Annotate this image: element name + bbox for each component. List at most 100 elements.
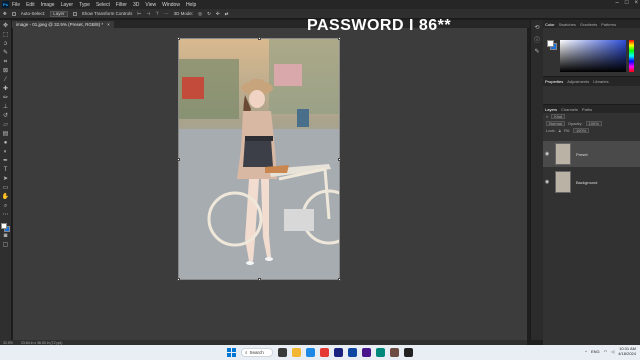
history-brush-tool-icon[interactable]: ↺ bbox=[2, 113, 10, 120]
dodge-tool-icon[interactable]: ◐ bbox=[2, 149, 10, 156]
transform-handle-l[interactable] bbox=[177, 158, 180, 161]
lock-icon[interactable]: 🔒︎ bbox=[559, 128, 561, 133]
premiere-icon[interactable] bbox=[362, 348, 371, 357]
quick-mask-icon[interactable]: ◙ bbox=[2, 233, 10, 240]
brush-tool-icon[interactable]: ✏ bbox=[2, 95, 10, 102]
frame-tool-icon[interactable]: ⊠ bbox=[2, 68, 10, 75]
rectangle-tool-icon[interactable]: ▭ bbox=[2, 185, 10, 192]
transform-handle-r[interactable] bbox=[338, 158, 341, 161]
menu-layer[interactable]: Layer bbox=[61, 2, 74, 8]
gradient-tool-icon[interactable]: ▤ bbox=[2, 131, 10, 138]
menu-help[interactable]: Help bbox=[186, 2, 196, 8]
close-icon[interactable]: × bbox=[634, 0, 638, 6]
tab-channels[interactable]: Channels bbox=[561, 107, 578, 112]
chevron-up-icon[interactable]: ^ bbox=[585, 349, 587, 354]
lasso-tool-icon[interactable]: ↄ bbox=[2, 41, 10, 48]
start-button[interactable] bbox=[227, 348, 236, 357]
file-explorer-icon[interactable] bbox=[292, 348, 301, 357]
app-icon[interactable] bbox=[390, 348, 399, 357]
distribute-icon[interactable]: ⋯ bbox=[164, 11, 169, 17]
marquee-tool-icon[interactable]: ⬚ bbox=[2, 32, 10, 39]
transform-handle-tl[interactable] bbox=[177, 37, 180, 40]
type-tool-icon[interactable]: T bbox=[2, 167, 10, 174]
visibility-eye-icon[interactable]: ◉ bbox=[543, 151, 551, 157]
app-icon[interactable] bbox=[404, 348, 413, 357]
tab-patterns[interactable]: Patterns bbox=[601, 22, 616, 27]
fill-field[interactable]: 100% bbox=[572, 128, 590, 133]
slide-icon[interactable]: ⇄ bbox=[225, 11, 229, 17]
more-tools-icon[interactable]: ⋯ bbox=[2, 212, 10, 219]
transform-handle-b[interactable] bbox=[258, 278, 261, 281]
color-picker-field[interactable] bbox=[560, 40, 626, 72]
task-view-icon[interactable] bbox=[278, 348, 287, 357]
transform-handle-br[interactable] bbox=[338, 278, 341, 281]
move-tool-icon[interactable]: ✥ bbox=[2, 23, 10, 30]
menu-image[interactable]: Image bbox=[41, 2, 55, 8]
layer-row-preset[interactable]: ◉ Preset bbox=[543, 141, 640, 167]
history-icon[interactable]: ⟲ bbox=[534, 24, 539, 31]
menu-type[interactable]: Type bbox=[79, 2, 90, 8]
roll-icon[interactable]: ↻ bbox=[207, 11, 211, 17]
transform-controls-checkbox[interactable] bbox=[72, 11, 77, 16]
volume-icon[interactable]: ◁ bbox=[611, 349, 614, 354]
word-icon[interactable] bbox=[348, 348, 357, 357]
language-indicator[interactable]: ENG bbox=[591, 349, 600, 354]
blur-tool-icon[interactable]: ● bbox=[2, 140, 10, 147]
eraser-tool-icon[interactable]: ▱ bbox=[2, 122, 10, 129]
transform-bounding-box[interactable] bbox=[178, 38, 340, 280]
menu-select[interactable]: Select bbox=[96, 2, 110, 8]
pen-tool-icon[interactable]: ✒ bbox=[2, 158, 10, 165]
orbit-icon[interactable]: ◎ bbox=[198, 11, 202, 17]
menu-edit[interactable]: Edit bbox=[26, 2, 35, 8]
clock[interactable]: 10:31 AM 4/18/2024 bbox=[618, 346, 636, 356]
close-tab-icon[interactable]: × bbox=[107, 22, 110, 27]
hue-slider[interactable] bbox=[629, 40, 634, 72]
brush-settings-icon[interactable]: ✎ bbox=[534, 48, 539, 55]
app-icon[interactable] bbox=[376, 348, 385, 357]
foreground-color-swatch[interactable] bbox=[1, 223, 7, 229]
hand-tool-icon[interactable]: ✋ bbox=[2, 194, 10, 201]
auto-select-checkbox[interactable] bbox=[11, 11, 16, 16]
menu-file[interactable]: File bbox=[12, 2, 20, 8]
menu-3d[interactable]: 3D bbox=[133, 2, 139, 8]
visibility-eye-icon[interactable]: ◉ bbox=[543, 179, 551, 185]
path-select-tool-icon[interactable]: ➤ bbox=[2, 176, 10, 183]
tab-paths[interactable]: Paths bbox=[582, 107, 592, 112]
photoshop-logo[interactable]: Ps bbox=[2, 1, 9, 8]
info-icon[interactable]: ⓘ bbox=[534, 35, 540, 44]
tab-swatches[interactable]: Swatches bbox=[559, 22, 576, 27]
menu-window[interactable]: Window bbox=[162, 2, 180, 8]
align-center-icon[interactable]: ⊣ bbox=[146, 11, 150, 17]
color-swatches[interactable] bbox=[1, 223, 10, 232]
screen-mode-icon[interactable]: ▢ bbox=[2, 242, 10, 249]
panel-foreground-swatch[interactable] bbox=[547, 40, 554, 47]
transform-handle-t[interactable] bbox=[258, 37, 261, 40]
move-tool-icon[interactable]: ✥ bbox=[3, 11, 7, 17]
clone-stamp-tool-icon[interactable]: ⊥ bbox=[2, 104, 10, 111]
tab-adjustments[interactable]: Adjustments bbox=[567, 79, 589, 84]
eyedropper-tool-icon[interactable]: ⁄ bbox=[2, 77, 10, 84]
tab-properties[interactable]: Properties bbox=[545, 79, 563, 84]
layer-row-background[interactable]: ◉ Background bbox=[543, 169, 640, 195]
transform-handle-tr[interactable] bbox=[338, 37, 341, 40]
crop-tool-icon[interactable]: ⌗ bbox=[2, 59, 10, 66]
zoom-level[interactable]: 32.5% bbox=[3, 341, 13, 345]
photoshop-taskbar-icon[interactable] bbox=[334, 348, 343, 357]
taskbar-search[interactable]: ⌕ Search bbox=[241, 348, 273, 357]
quick-select-tool-icon[interactable]: ✎ bbox=[2, 50, 10, 57]
healing-brush-tool-icon[interactable]: ✚ bbox=[2, 86, 10, 93]
align-right-icon[interactable]: ⊤ bbox=[155, 11, 159, 17]
document-tab[interactable]: image - 01.jpeg @ 32.5% (Preset, RGB/8) … bbox=[12, 21, 114, 28]
minimize-icon[interactable]: – bbox=[616, 0, 619, 6]
layer-select-dropdown[interactable]: Layer bbox=[50, 10, 68, 17]
tab-libraries[interactable]: Libraries bbox=[593, 79, 608, 84]
tab-gradients[interactable]: Gradients bbox=[580, 22, 597, 27]
chrome-icon[interactable] bbox=[320, 348, 329, 357]
maximize-icon[interactable]: □ bbox=[625, 0, 629, 6]
drag-icon[interactable]: ✣ bbox=[216, 11, 220, 17]
blend-mode-dropdown[interactable]: Normal bbox=[546, 121, 565, 126]
transform-handle-bl[interactable] bbox=[177, 278, 180, 281]
layer-kind-filter[interactable]: Kind bbox=[551, 114, 566, 119]
opacity-field[interactable]: 100% bbox=[585, 121, 602, 126]
tab-layers[interactable]: Layers bbox=[545, 107, 557, 112]
